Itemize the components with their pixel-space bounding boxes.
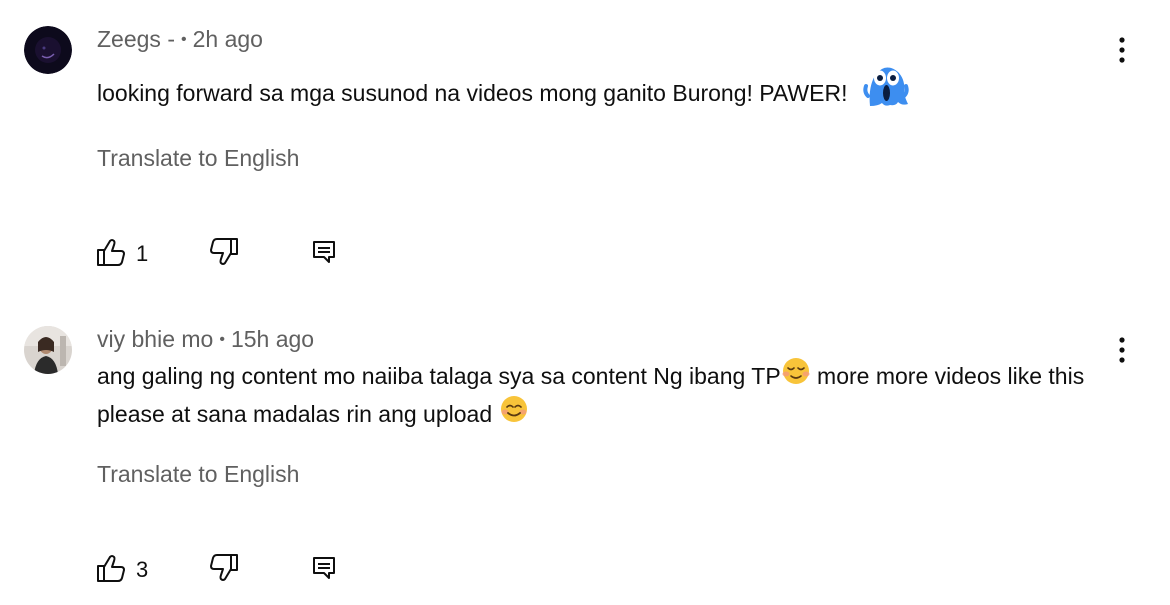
dislike-icon bbox=[209, 553, 239, 588]
comment-meta: viy bhie mo • 15h ago bbox=[97, 326, 314, 353]
author-name[interactable]: viy bhie mo bbox=[97, 326, 213, 352]
more-vert-icon[interactable] bbox=[1106, 330, 1138, 370]
more-vert-icon[interactable] bbox=[1106, 30, 1138, 70]
smiling-face-emoji-icon bbox=[499, 394, 529, 434]
like-icon bbox=[96, 237, 126, 272]
dislike-button[interactable] bbox=[209, 237, 239, 271]
comment-text: ang galing ng content mo naiiba talaga s… bbox=[97, 356, 1107, 434]
like-button[interactable]: 1 bbox=[96, 237, 148, 271]
reply-icon bbox=[310, 554, 338, 587]
author-name[interactable]: Zeegs - bbox=[97, 26, 175, 52]
avatar[interactable] bbox=[24, 26, 72, 74]
dislike-button[interactable] bbox=[209, 553, 239, 587]
like-button[interactable]: 3 bbox=[96, 553, 148, 587]
reply-button[interactable] bbox=[310, 553, 338, 587]
like-count: 3 bbox=[136, 557, 149, 582]
blue-screaming-sticker-icon bbox=[860, 60, 912, 122]
comment-meta: Zeegs - • 2h ago bbox=[97, 26, 263, 53]
reply-button[interactable] bbox=[310, 237, 338, 271]
comment-text-content: looking forward sa mga susunod na videos… bbox=[97, 80, 848, 107]
comment-time[interactable]: 2h ago bbox=[193, 26, 263, 52]
separator-dot: • bbox=[180, 31, 187, 48]
like-count: 1 bbox=[136, 241, 149, 266]
avatar[interactable] bbox=[24, 326, 72, 374]
reply-icon bbox=[310, 238, 338, 271]
like-icon bbox=[96, 553, 126, 588]
separator-dot: • bbox=[219, 331, 225, 348]
translate-link[interactable]: Translate to English bbox=[97, 461, 299, 488]
dislike-icon bbox=[209, 237, 239, 272]
comment-item: viy bhie mo • 15h ago ang galing ng conten… bbox=[0, 300, 1170, 605]
comment-text-part1: ang galing ng content mo naiiba talaga s… bbox=[97, 363, 781, 389]
comment-text: looking forward sa mga susunod na videos… bbox=[97, 67, 1107, 122]
translate-link[interactable]: Translate to English bbox=[97, 145, 299, 172]
comment-item: Zeegs - • 2h ago looking forward sa mga su… bbox=[0, 0, 1170, 300]
relieved-face-emoji-icon bbox=[781, 356, 811, 396]
comment-time[interactable]: 15h ago bbox=[231, 326, 314, 352]
